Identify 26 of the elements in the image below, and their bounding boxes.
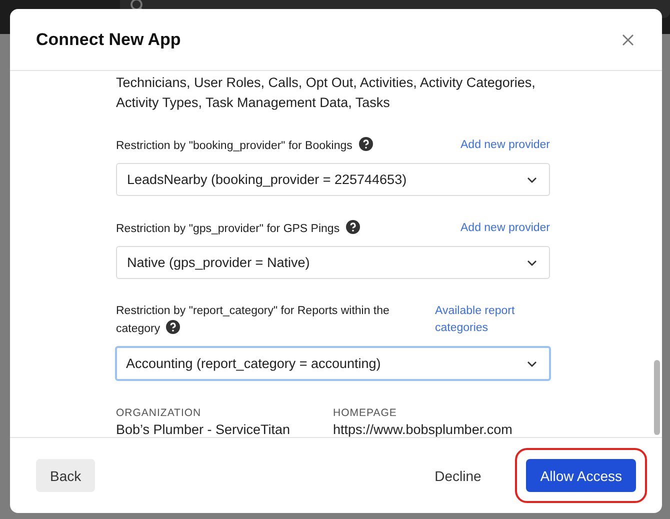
close-icon[interactable] (622, 34, 634, 46)
button[interactable]: Decline (420, 459, 496, 492)
dialog-title: Connect New App (36, 30, 181, 50)
chevron-down-icon (527, 260, 537, 266)
select-field[interactable]: LeadsNearby (booking_provider = 225744653) (116, 163, 550, 196)
help-icon[interactable] (166, 320, 180, 334)
scope-text: Technicians, User Roles, Calls, Opt Out, Activities, Activity Categories, Activity Types, Task Management Data, Tasks (116, 74, 536, 112)
field-label: Restriction by "booking_provider" for Bookings (116, 137, 373, 155)
link[interactable]: Available report categories (435, 303, 550, 337)
link[interactable]: Add new provider (460, 137, 550, 154)
field-label: Restriction by "report_category" for Reports within the category (116, 304, 390, 337)
chevron-down-icon (527, 176, 537, 182)
field-label: Restriction by "gps_provider" for GPS Pings (116, 220, 360, 238)
detail-value: Bob’s Plumber - ServiceTitan (116, 422, 292, 437)
help-icon[interactable] (346, 220, 360, 234)
chevron-down-icon (527, 360, 537, 366)
scrollbar-thumb[interactable] (654, 360, 660, 435)
link[interactable]: Add new provider (460, 220, 550, 237)
help-icon[interactable] (358, 137, 373, 151)
select-field[interactable]: Native (gps_provider = Native) (116, 246, 550, 279)
select-field[interactable]: Accounting (report_category = accounting) (115, 346, 551, 381)
button[interactable]: Allow Access (526, 459, 636, 492)
detail-value: https://www.bobsplumber.com (333, 422, 514, 437)
detail-label: ORGANIZATION (116, 407, 202, 419)
button[interactable]: Back (36, 459, 96, 492)
detail-label: HOMEPAGE (333, 407, 398, 419)
